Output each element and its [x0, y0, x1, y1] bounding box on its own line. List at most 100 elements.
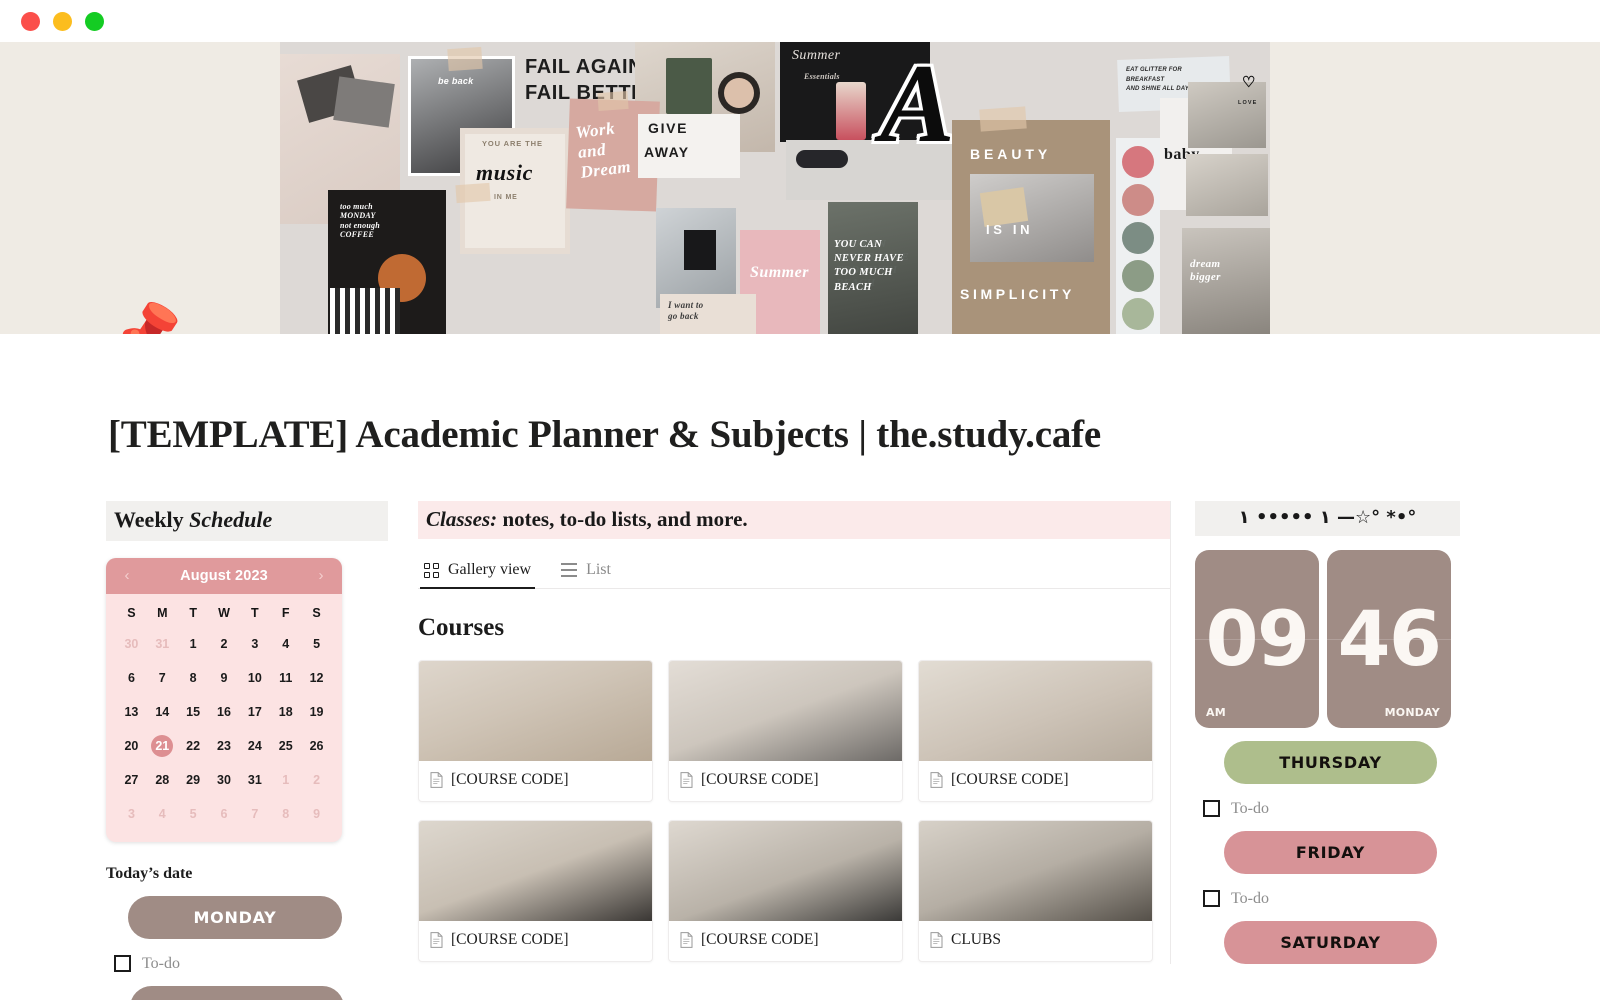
tab-list[interactable]: List	[557, 553, 615, 588]
day-pill-tuesday[interactable]: TUESDAY	[130, 985, 344, 1000]
todo-row-thursday[interactable]: To-do	[1195, 800, 1460, 818]
courses-heading: Courses	[418, 614, 505, 642]
course-card-footer: [COURSE CODE]	[419, 921, 652, 961]
todo-row-friday[interactable]: To-do	[1195, 890, 1460, 908]
calendar-day[interactable]: 23	[209, 730, 240, 762]
calendar-day[interactable]: 27	[116, 764, 147, 796]
todo-row-monday[interactable]: To-do	[106, 955, 388, 973]
calendar-day[interactable]: 12	[301, 662, 332, 694]
todo-label: To-do	[142, 954, 180, 972]
calendar-prev-month-button[interactable]: ‹	[120, 568, 134, 583]
course-card[interactable]: CLUBS	[918, 820, 1153, 963]
calendar-day-today[interactable]: 21	[147, 730, 178, 762]
course-card-image	[919, 821, 1152, 922]
calendar-day[interactable]: 4	[270, 628, 301, 660]
clock-weekday: MONDAY	[1384, 705, 1440, 719]
view-tabs: Gallery view List	[418, 553, 1170, 590]
document-icon	[430, 932, 443, 949]
course-card[interactable]: [COURSE CODE]	[668, 820, 903, 963]
calendar-day[interactable]: 9	[301, 798, 332, 830]
calendar-day[interactable]: 15	[178, 696, 209, 728]
tab-gallery-view[interactable]: Gallery view	[420, 553, 536, 590]
calendar-day[interactable]: 2	[209, 628, 240, 660]
page-title[interactable]: [TEMPLATE] Academic Planner & Subjects |…	[0, 334, 1600, 457]
calendar-day[interactable]: 8	[178, 662, 209, 694]
calendar-day[interactable]: 22	[178, 730, 209, 762]
page-banner[interactable]: be back FAIL AGAIN. FAIL BETTER. music Y…	[0, 42, 1600, 334]
calendar-day[interactable]: 31	[239, 764, 270, 796]
day-pill-saturday[interactable]: SATURDAY	[1224, 920, 1437, 964]
minimize-window-button[interactable]	[53, 11, 72, 31]
weekly-schedule-heading-regular: Weekly	[114, 507, 190, 532]
courses-gallery: [COURSE CODE] [COURSE CODE] [COURSE CODE] […	[418, 660, 1170, 963]
calendar-day[interactable]: 3	[239, 628, 270, 660]
calendar-day[interactable]: 26	[301, 730, 332, 762]
calendar-day[interactable]: 5	[178, 798, 209, 830]
calendar-day[interactable]: 17	[239, 696, 270, 728]
calendar-day[interactable]: 19	[301, 696, 332, 728]
calendar-day[interactable]: 1	[178, 628, 209, 660]
course-card[interactable]: [COURSE CODE]	[418, 660, 653, 803]
calendar-day[interactable]: 7	[147, 662, 178, 694]
document-icon	[680, 932, 693, 949]
course-card[interactable]: [COURSE CODE]	[668, 660, 903, 803]
calendar-dow-4: T	[251, 605, 259, 620]
calendar-day[interactable]: 30	[209, 764, 240, 796]
calendar-day[interactable]: 5	[301, 628, 332, 660]
page-content: [TEMPLATE] Academic Planner & Subjects |…	[0, 334, 1600, 1000]
calendar-widget[interactable]: ‹ August 2023 › S M T W T F S 30 31 1 2 3 4 5 6 7 8 9 10 11…	[106, 557, 342, 842]
calendar-day[interactable]: 16	[209, 696, 240, 728]
clock-column: ١ ••••• ١ —☆° *•° 09 AM 46 MONDAY THURSD…	[1170, 501, 1460, 964]
window-title-bar	[0, 0, 1600, 42]
day-pill-monday[interactable]: MONDAY	[128, 895, 342, 939]
calendar-day[interactable]: 18	[270, 696, 301, 728]
calendar-day[interactable]: 14	[147, 696, 178, 728]
todo-checkbox[interactable]	[1203, 890, 1220, 907]
calendar-day[interactable]: 28	[147, 764, 178, 796]
calendar-day[interactable]: 25	[270, 730, 301, 762]
calendar-day[interactable]: 8	[270, 798, 301, 830]
course-card-label: CLUBS	[951, 931, 1001, 949]
todo-label: To-do	[1231, 889, 1269, 907]
calendar-day[interactable]: 13	[116, 696, 147, 728]
calendar-day[interactable]: 2	[301, 764, 332, 796]
calendar-day[interactable]: 10	[239, 662, 270, 694]
calendar-grid[interactable]: S M T W T F S 30 31 1 2 3 4 5 6 7 8 9 10 11 12 13 14 15 16 17 18 19…	[106, 594, 342, 842]
todo-checkbox[interactable]	[114, 955, 131, 972]
calendar-dow-2: T	[189, 605, 197, 620]
course-card-footer: [COURSE CODE]	[419, 761, 652, 801]
calendar-day[interactable]: 3	[116, 798, 147, 830]
calendar-dow-1: M	[157, 605, 168, 620]
course-card-image	[669, 661, 902, 762]
calendar-day[interactable]: 29	[178, 764, 209, 796]
todo-checkbox[interactable]	[1203, 800, 1220, 817]
weekly-schedule-heading-italic: Schedule	[189, 507, 273, 532]
calendar-day[interactable]: 31	[147, 628, 178, 660]
course-card[interactable]: [COURSE CODE]	[418, 820, 653, 963]
calendar-day[interactable]: 30	[116, 628, 147, 660]
flip-clock-widget[interactable]: 09 AM 46 MONDAY	[1195, 549, 1460, 728]
day-pill-friday[interactable]: FRIDAY	[1224, 830, 1437, 874]
calendar-day[interactable]: 4	[147, 798, 178, 830]
calendar-day[interactable]: 6	[209, 798, 240, 830]
todo-label: To-do	[1231, 799, 1269, 817]
close-window-button[interactable]	[21, 11, 40, 31]
calendar-day[interactable]: 24	[239, 730, 270, 762]
classes-heading-italic: Classes:	[426, 507, 498, 531]
document-icon	[680, 772, 693, 789]
calendar-day[interactable]: 1	[270, 764, 301, 796]
letter-a-sticker: A	[880, 42, 959, 166]
document-icon	[930, 932, 943, 949]
calendar-day[interactable]: 20	[116, 730, 147, 762]
day-pill-thursday[interactable]: THURSDAY	[1224, 740, 1437, 784]
document-icon	[430, 772, 443, 789]
zoom-window-button[interactable]	[85, 11, 104, 31]
course-card[interactable]: [COURSE CODE]	[918, 660, 1153, 803]
calendar-day[interactable]: 7	[239, 798, 270, 830]
calendar-day[interactable]: 6	[116, 662, 147, 694]
calendar-next-month-button[interactable]: ›	[314, 568, 328, 583]
calendar-day[interactable]: 11	[270, 662, 301, 694]
clock-hours: 09	[1205, 593, 1310, 683]
list-icon	[561, 563, 578, 578]
calendar-day[interactable]: 9	[209, 662, 240, 694]
